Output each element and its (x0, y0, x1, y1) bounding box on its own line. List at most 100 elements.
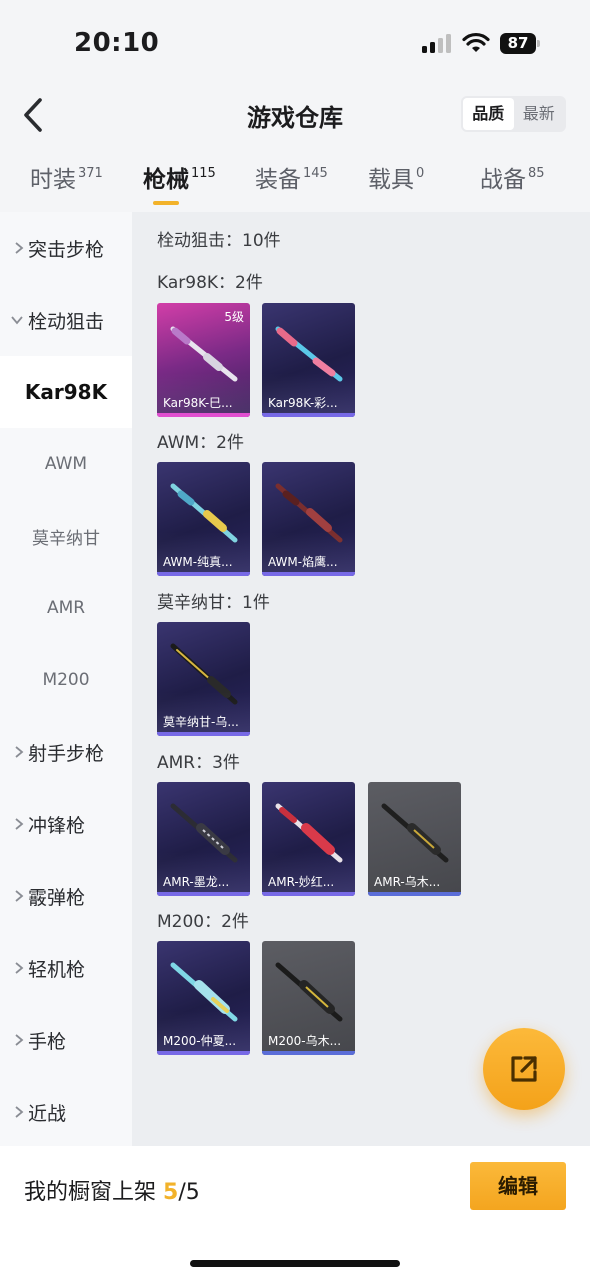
rarity-bar (157, 413, 250, 417)
sort-toggle: 品质 最新 (461, 96, 566, 132)
tab-count: 115 (191, 166, 216, 181)
sidebar-sub-mosin[interactable]: 莫辛纳甘 (0, 500, 132, 572)
tab-fashion[interactable]: 时装 371 (30, 160, 103, 210)
chevron-right-icon (0, 1105, 28, 1119)
sidebar-item-smg[interactable]: 冲锋枪 (0, 788, 132, 860)
sidebar-item-label: 霰弹枪 (28, 886, 86, 909)
battery-icon: 87 (500, 33, 542, 54)
tab-count: 145 (303, 166, 328, 181)
status-bar: 20:10 87 (0, 0, 590, 88)
sidebar-item-label: 冲锋枪 (28, 814, 86, 837)
rarity-bar (157, 1051, 250, 1055)
sidebar-sub-amr[interactable]: AMR (0, 572, 132, 644)
item-name: Kar98K-巳... (163, 396, 233, 410)
rarity-bar (157, 892, 250, 896)
tab-count: 85 (528, 166, 545, 181)
sidebar-item-bolt-sniper[interactable]: 栓动狙击 (0, 284, 132, 356)
sidebar-sub-awm[interactable]: AWM (0, 428, 132, 500)
item-name: 莫辛纳甘-乌... (163, 715, 239, 729)
sidebar: 突击步枪 栓动狙击 Kar98K AWM 莫辛纳甘 AMR M200 射手步枪 … (0, 212, 132, 1146)
sidebar-item-lmg[interactable]: 轻机枪 (0, 932, 132, 1004)
tab-label: 时装 (30, 167, 76, 193)
tab-count: 371 (78, 166, 103, 181)
rifle-icon (381, 803, 449, 863)
chevron-right-icon (0, 961, 28, 975)
active-tab-indicator (153, 201, 179, 205)
status-time: 20:10 (74, 28, 160, 58)
share-icon (511, 1056, 537, 1082)
sidebar-item-pistol[interactable]: 手枪 (0, 1004, 132, 1076)
category-tabs: 时装 371 枪械 115 装备 145 载具 0 战备 85 (0, 160, 590, 212)
item-card[interactable]: AMR-妙红... (262, 782, 355, 896)
showcase-label: 我的橱窗上架 (24, 1180, 157, 1205)
tab-label: 枪械 (143, 167, 189, 193)
tab-equipment[interactable]: 装备 145 (255, 160, 328, 210)
rarity-bar (157, 732, 250, 736)
item-name: M200-乌木... (268, 1034, 342, 1048)
sidebar-sub-m200[interactable]: M200 (0, 644, 132, 716)
group-title-kar98k: Kar98K：2件 (157, 273, 263, 293)
item-name: AMR-妙红... (268, 875, 335, 889)
sort-by-quality-button[interactable]: 品质 (463, 98, 514, 130)
cellular-signal-icon (422, 34, 452, 53)
item-card[interactable]: 5级 Kar98K-巳... (157, 303, 250, 417)
tab-vehicles[interactable]: 载具 0 (368, 160, 424, 210)
chevron-right-icon (0, 817, 28, 831)
sidebar-item-label: 栓动狙击 (28, 310, 105, 333)
wifi-icon (462, 32, 490, 52)
group-title-awm: AWM：2件 (157, 433, 244, 453)
item-card[interactable]: M200-乌木... (262, 941, 355, 1055)
rarity-bar (262, 572, 355, 576)
rarity-bar (262, 892, 355, 896)
item-card[interactable]: M200-仲夏... (157, 941, 250, 1055)
item-name: AMR-乌木... (374, 875, 441, 889)
bottom-bar: 我的橱窗上架 5/5 编辑 (0, 1146, 590, 1280)
rarity-bar (262, 1051, 355, 1055)
sidebar-item-marksman-rifle[interactable]: 射手步枪 (0, 716, 132, 788)
item-card[interactable]: AMR-墨龙... (157, 782, 250, 896)
showcase-current-count: 5 (163, 1180, 179, 1205)
showcase-status: 我的橱窗上架 5/5 (24, 1174, 200, 1206)
sort-by-newest-button[interactable]: 最新 (514, 98, 565, 130)
item-card[interactable]: AMR-乌木... (368, 782, 461, 896)
sidebar-item-label: 近战 (28, 1102, 67, 1125)
inventory-list: 栓动狙击：10件 Kar98K：2件 5级 Kar98K-巳... Kar98K… (132, 212, 590, 1146)
rarity-bar (262, 413, 355, 417)
sidebar-item-shotgun[interactable]: 霰弹枪 (0, 860, 132, 932)
share-button[interactable] (483, 1028, 565, 1110)
item-card[interactable]: AWM-焰鹰... (262, 462, 355, 576)
rifle-icon (275, 962, 343, 1022)
chevron-right-icon (0, 241, 28, 255)
chevron-right-icon (0, 889, 28, 903)
item-card[interactable]: AWM-纯真... (157, 462, 250, 576)
home-indicator[interactable] (190, 1260, 400, 1267)
sidebar-item-label: 轻机枪 (28, 958, 86, 981)
chevron-down-icon (0, 315, 28, 325)
item-card[interactable]: Kar98K-彩... (262, 303, 355, 417)
edit-button[interactable]: 编辑 (470, 1162, 566, 1210)
category-summary: 栓动狙击：10件 (157, 231, 281, 251)
item-name: M200-仲夏... (163, 1034, 237, 1048)
item-name: AWM-纯真... (163, 555, 233, 569)
group-title-mosin: 莫辛纳甘：1件 (157, 593, 270, 613)
sidebar-item-melee[interactable]: 近战 (0, 1076, 132, 1148)
tab-battle-prep[interactable]: 战备 85 (480, 160, 545, 210)
tab-count: 0 (416, 166, 425, 181)
group-title-amr: AMR：3件 (157, 753, 240, 773)
sidebar-item-label: 手枪 (28, 1030, 67, 1053)
tab-label: 战备 (480, 167, 526, 193)
item-level: 5级 (224, 310, 244, 324)
item-card[interactable]: 莫辛纳甘-乌... (157, 622, 250, 736)
sidebar-sub-kar98k[interactable]: Kar98K (0, 356, 132, 428)
sidebar-item-assault-rifle[interactable]: 突击步枪 (0, 212, 132, 284)
rarity-bar (368, 892, 461, 896)
showcase-total-count: /5 (178, 1180, 200, 1205)
item-name: AWM-焰鹰... (268, 555, 338, 569)
item-name: AMR-墨龙... (163, 875, 230, 889)
nav-bar: 游戏仓库 品质 最新 (0, 88, 590, 142)
chevron-right-icon (0, 745, 28, 759)
tab-label: 装备 (255, 167, 301, 193)
group-title-m200: M200：2件 (157, 912, 249, 932)
rarity-bar (157, 572, 250, 576)
sidebar-item-label: 射手步枪 (28, 742, 105, 765)
